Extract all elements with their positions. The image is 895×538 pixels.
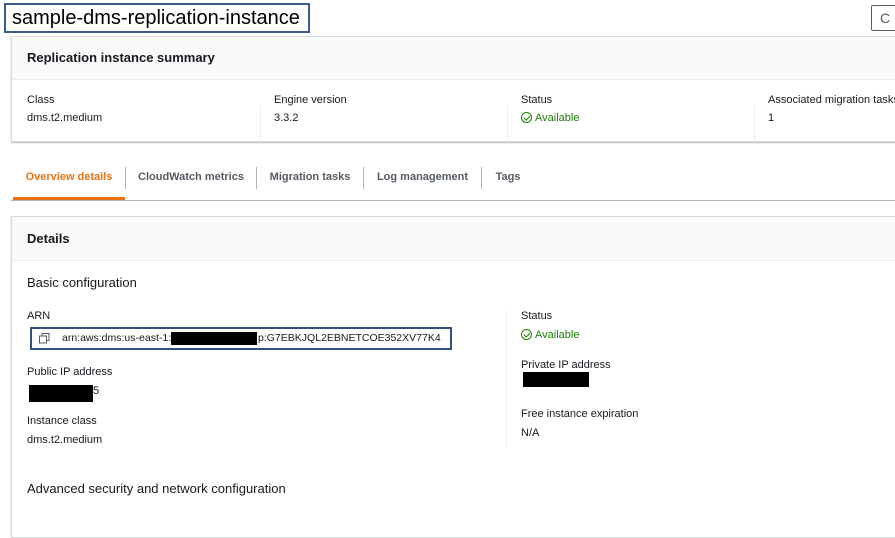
page-title: sample-dms-replication-instance	[4, 3, 310, 33]
status-value: Available	[521, 329, 579, 341]
status-text: Available	[535, 112, 580, 124]
status-text: Available	[535, 329, 580, 341]
summary-class: Class dms.t2.medium	[27, 94, 102, 154]
redaction-bar	[171, 332, 257, 345]
advanced-configuration-title: Advanced security and network configurat…	[27, 481, 286, 496]
tab-migration-tasks[interactable]: Migration tasks	[257, 156, 363, 198]
tab-cloudwatch-metrics[interactable]: CloudWatch metrics	[126, 156, 256, 198]
status-value: Available	[521, 112, 579, 124]
refresh-button[interactable]: C	[871, 5, 895, 31]
column-divider	[507, 106, 508, 142]
tasks-label: Associated migration tasks	[768, 94, 895, 106]
status-check-icon	[521, 329, 532, 340]
refresh-icon: C	[880, 10, 891, 26]
arn-suffix: p:G7EBKJQL2EBNETCOE352XV77K4	[258, 332, 441, 344]
summary-tasks: Associated migration tasks 1	[754, 94, 895, 154]
status-label: Status	[521, 94, 553, 106]
tab-bar: Overview details CloudWatch metrics Migr…	[11, 156, 895, 201]
summary-engine: Engine version 3.3.2	[260, 94, 347, 154]
status-label: Status	[521, 310, 553, 322]
tab-overview-details[interactable]: Overview details	[13, 156, 125, 200]
tab-tags[interactable]: Tags	[482, 156, 534, 198]
summary-status: Status Available	[507, 94, 579, 154]
engine-value: 3.3.2	[274, 112, 299, 124]
copy-icon[interactable]	[39, 333, 50, 344]
public-ip-label: Public IP address	[27, 366, 113, 378]
tasks-value: 1	[768, 112, 775, 124]
summary-panel: Replication instance summary Class dms.t…	[11, 36, 895, 142]
details-header: Details	[12, 217, 895, 261]
arn-prefix: arn:aws:dms:us-east-1:	[62, 332, 172, 344]
arn-field[interactable]: arn:aws:dms:us-east-1: p:G7EBKJQL2EBNETC…	[30, 327, 452, 350]
instance-class-label: Instance class	[27, 415, 97, 427]
column-divider	[260, 106, 261, 142]
private-ip-label: Private IP address	[521, 359, 611, 371]
class-value: dms.t2.medium	[27, 112, 103, 124]
free-expiration-value: N/A	[521, 427, 540, 439]
instance-class-value: dms.t2.medium	[27, 434, 103, 446]
basic-configuration-title: Basic configuration	[27, 275, 137, 290]
redaction-bar	[523, 372, 589, 387]
status-check-icon	[521, 112, 532, 123]
redaction-bar	[29, 385, 93, 402]
free-expiration-label: Free instance expiration	[521, 408, 639, 420]
tab-log-management[interactable]: Log management	[364, 156, 481, 198]
public-ip-tail: 5	[93, 385, 100, 397]
engine-label: Engine version	[274, 94, 347, 106]
summary-header: Replication instance summary	[12, 37, 895, 80]
column-divider	[506, 310, 507, 448]
class-label: Class	[27, 94, 55, 106]
column-divider	[754, 106, 755, 142]
arn-label: ARN	[27, 310, 51, 322]
